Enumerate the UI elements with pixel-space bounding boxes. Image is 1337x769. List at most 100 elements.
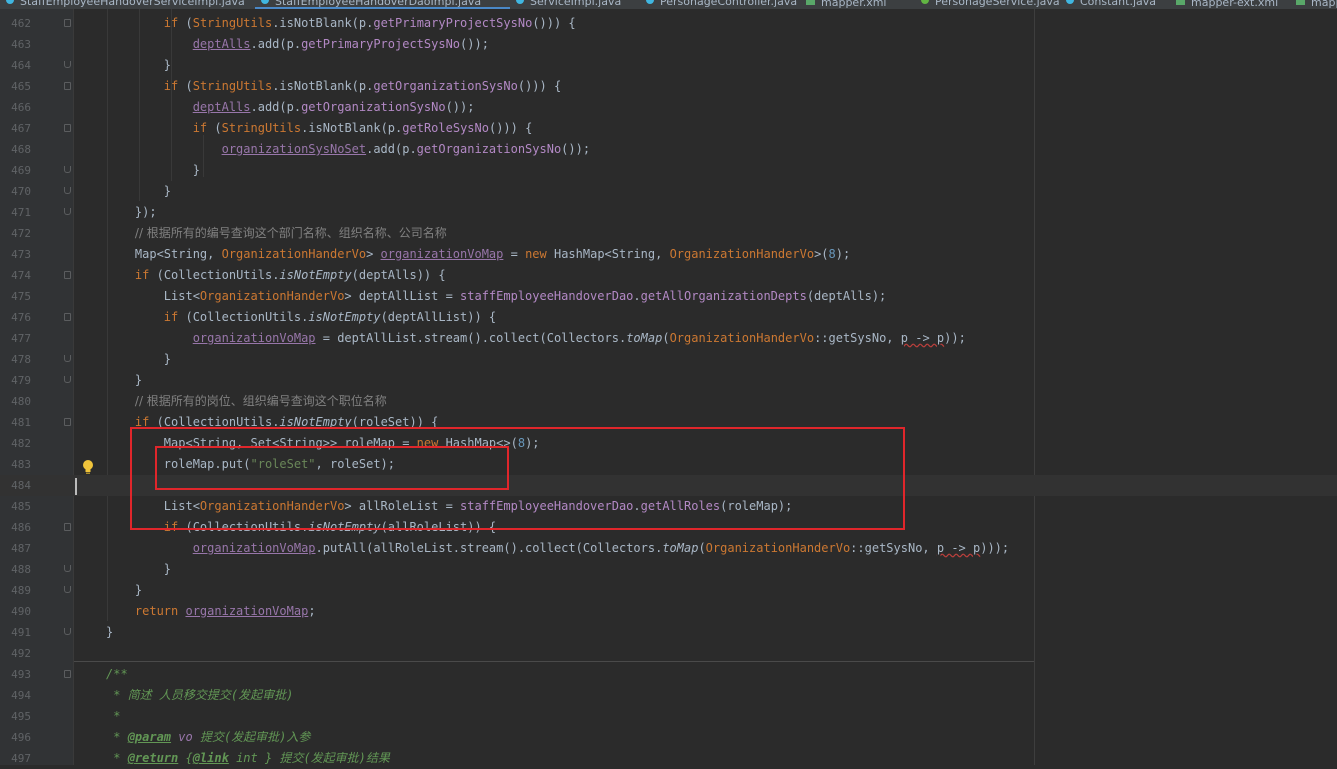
editor-tab[interactable]: PersonageController.java <box>640 0 800 9</box>
code-token: = <box>503 247 526 261</box>
line-number: 476 <box>11 311 31 324</box>
code-line[interactable]: 477 organizationVoMap = deptAllList.stre… <box>0 328 1337 349</box>
fold-marker-icon[interactable] <box>64 187 71 194</box>
fold-marker-icon[interactable] <box>64 523 71 531</box>
code-token: getOrganizationSysNo <box>373 79 518 93</box>
code-token: HashMap<String, <box>553 247 670 261</box>
code-line[interactable]: 462 if (StringUtils.isNotBlank(p.getPrim… <box>0 13 1337 34</box>
code-token: } <box>106 184 172 198</box>
code-line[interactable]: 497 * @return {@link int } 提交(发起审批)结果 <box>0 748 1337 769</box>
code-token: Map<String, <box>106 247 222 261</box>
code-line[interactable]: 472 // 根据所有的编号查询这个部门名称、组织名称、公司名称 <box>0 223 1337 244</box>
fold-marker-icon[interactable] <box>64 313 71 321</box>
code-text: } <box>106 160 200 181</box>
code-token: OrganizationHanderVo <box>199 289 345 303</box>
fold-marker-icon[interactable] <box>64 418 71 426</box>
line-number: 497 <box>11 752 31 765</box>
code-text: } <box>106 349 171 370</box>
code-token: OrganizationHanderVo <box>669 331 815 345</box>
code-line[interactable]: 495 * <box>0 706 1337 727</box>
fold-marker-icon[interactable] <box>64 124 71 132</box>
code-text: }); <box>106 202 157 223</box>
code-token: .isNotBlank(p. <box>272 79 374 93</box>
fold-marker-icon[interactable] <box>64 271 71 279</box>
fold-marker-icon[interactable] <box>64 82 71 90</box>
fold-marker-icon[interactable] <box>64 61 71 68</box>
code-token: deptAlls <box>192 100 251 114</box>
code-text: return organizationVoMap; <box>106 601 316 622</box>
code-token: > <box>366 247 381 261</box>
code-line[interactable]: 490 return organizationVoMap; <box>0 601 1337 622</box>
fold-marker-icon[interactable] <box>64 166 71 173</box>
code-line[interactable]: 478 } <box>0 349 1337 370</box>
editor-tab[interactable]: mapper.xml <box>1290 0 1337 9</box>
fold-marker-icon[interactable] <box>64 355 71 362</box>
code-line[interactable]: 468 organizationSysNoSet.add(p.getOrgani… <box>0 139 1337 160</box>
code-line[interactable]: 494 * 简述 人员移交提交(发起审批) <box>0 685 1337 706</box>
editor-tab[interactable]: mapper.xml <box>800 0 915 9</box>
editor-tab[interactable]: StaffEmployeeHandoverDaoImpl.java <box>255 0 510 9</box>
fold-marker-icon[interactable] <box>64 628 71 635</box>
code-line[interactable]: 489 } <box>0 580 1337 601</box>
fold-marker-icon[interactable] <box>64 376 71 383</box>
fold-marker-icon[interactable] <box>64 670 71 678</box>
editor-tab[interactable]: StaffEmployeeHandoverServiceImpl.java <box>0 0 255 9</box>
code-line[interactable]: 479 } <box>0 370 1337 391</box>
code-text: deptAlls.add(p.getPrimaryProjectSysNo())… <box>106 34 489 55</box>
lightbulb-icon[interactable] <box>81 459 95 475</box>
code-token: StringUtils <box>221 121 302 135</box>
code-line[interactable]: 470 } <box>0 181 1337 202</box>
code-token: int <box>236 751 258 765</box>
code-line[interactable]: 496 * @param vo 提交(发起审批)入参 <box>0 727 1337 748</box>
code-line[interactable]: 469 } <box>0 160 1337 181</box>
code-line[interactable]: 480 // 根据所有的岗位、组织编号查询这个职位名称 <box>0 391 1337 412</box>
line-number: 466 <box>11 101 31 114</box>
code-line[interactable]: 476 if (CollectionUtils.isNotEmpty(deptA… <box>0 307 1337 328</box>
code-editor[interactable]: 462 if (StringUtils.isNotBlank(p.getPrim… <box>0 13 1337 769</box>
code-token: = deptAllList.stream().collect(Collector… <box>315 331 627 345</box>
code-token: ( <box>698 541 706 555</box>
code-line[interactable]: 471 }); <box>0 202 1337 223</box>
editor-tab[interactable]: Constant.java <box>1060 0 1170 9</box>
code-token: if <box>134 268 157 282</box>
editor-tab[interactable]: ServiceImpl.java <box>510 0 640 9</box>
code-token: } <box>106 373 143 387</box>
code-line[interactable]: 467 if (StringUtils.isNotBlank(p.getRole… <box>0 118 1337 139</box>
code-text: List<OrganizationHanderVo> deptAllList =… <box>106 286 887 307</box>
editor-tab[interactable]: PersonageService.java <box>915 0 1060 9</box>
code-line[interactable]: 475 List<OrganizationHanderVo> deptAllLi… <box>0 286 1337 307</box>
code-text: organizationVoMap = deptAllList.stream()… <box>106 328 966 349</box>
code-line[interactable]: 488 } <box>0 559 1337 580</box>
line-number: 488 <box>11 563 31 576</box>
code-line[interactable]: 487 organizationVoMap.putAll(allRoleList… <box>0 538 1337 559</box>
code-line[interactable]: 465 if (StringUtils.isNotBlank(p.getOrga… <box>0 76 1337 97</box>
editor-tab[interactable]: mapper-ext.xml <box>1170 0 1290 9</box>
code-text: organizationSysNoSet.add(p.getOrganizati… <box>106 139 590 160</box>
fold-marker-icon[interactable] <box>64 586 71 593</box>
code-token: >( <box>814 247 829 261</box>
fold-marker-icon[interactable] <box>64 565 71 572</box>
code-token: if <box>163 310 186 324</box>
code-line[interactable]: 463 deptAlls.add(p.getPrimaryProjectSysN… <box>0 34 1337 55</box>
line-number: 467 <box>11 122 31 135</box>
code-line[interactable]: 466 deptAlls.add(p.getOrganizationSysNo(… <box>0 97 1337 118</box>
code-line[interactable]: 492 <box>0 643 1337 664</box>
code-line[interactable]: 493 /** <box>0 664 1337 685</box>
code-line[interactable]: 473 Map<String, OrganizationHanderVo> or… <box>0 244 1337 265</box>
line-number: 485 <box>11 500 31 513</box>
code-line[interactable]: 491} <box>0 622 1337 643</box>
fold-marker-icon[interactable] <box>64 208 71 215</box>
code-token: staffEmployeeHandoverDao <box>460 289 634 303</box>
code-text: // 根据所有的编号查询这个部门名称、组织名称、公司名称 <box>106 223 447 244</box>
code-line[interactable]: 464 } <box>0 55 1337 76</box>
code-token: @param <box>127 730 172 744</box>
code-line[interactable]: 474 if (CollectionUtils.isNotEmpty(deptA… <box>0 265 1337 286</box>
fold-marker-icon[interactable] <box>64 19 71 27</box>
line-number: 465 <box>11 80 31 93</box>
code-text: if (CollectionUtils.isNotEmpty(deptAlls)… <box>106 265 446 286</box>
code-text: deptAlls.add(p.getOrganizationSysNo()); <box>106 97 475 118</box>
code-token: ( <box>662 331 670 345</box>
